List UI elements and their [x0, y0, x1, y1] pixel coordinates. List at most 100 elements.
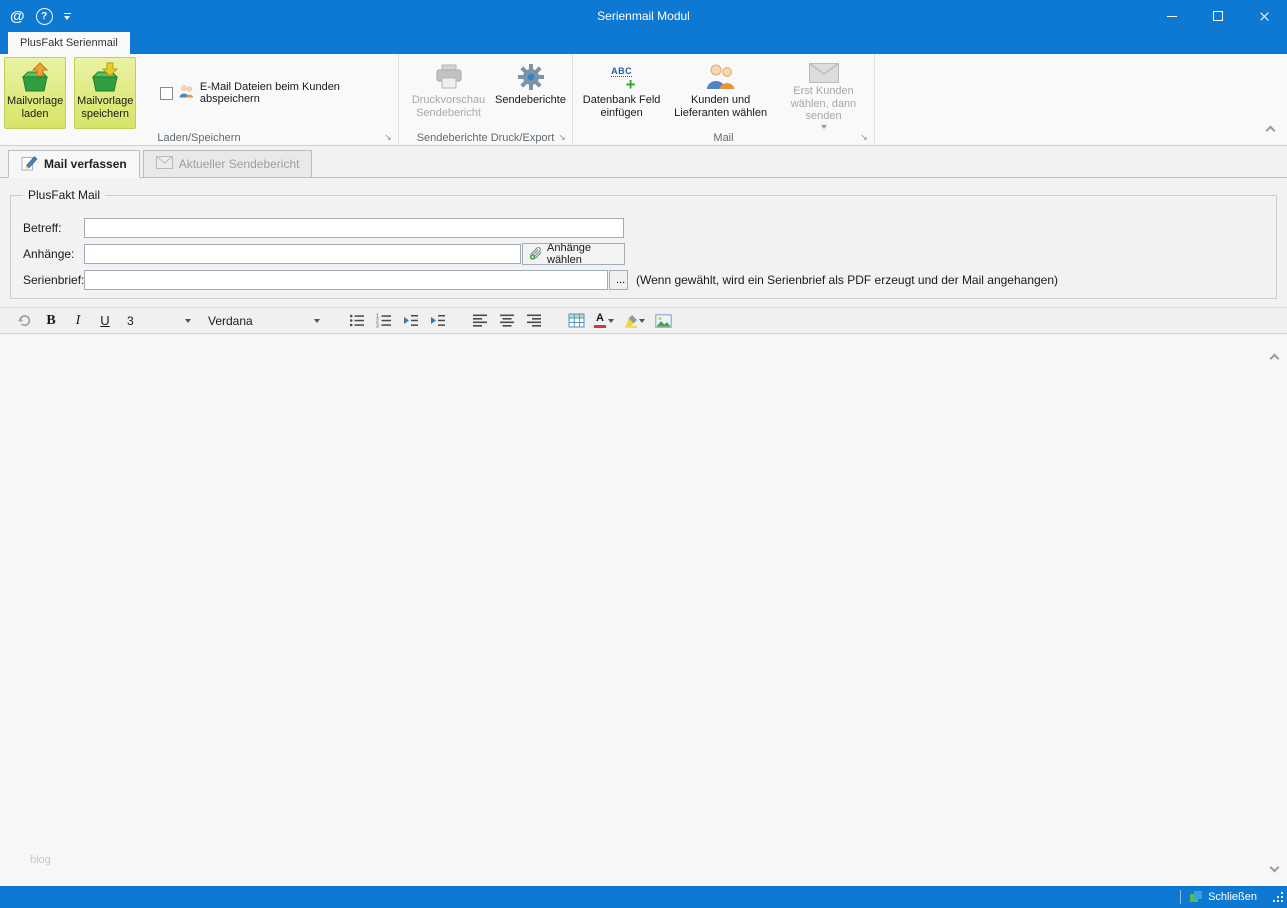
font-size-combobox[interactable]: 3: [123, 311, 195, 331]
bullet-list-icon[interactable]: [348, 311, 366, 331]
druckvorschau-label: Druckvorschau Sendebericht: [406, 94, 492, 119]
maximize-icon: [1213, 11, 1223, 21]
anhaenge-row: Anhänge: Anhänge wählen: [11, 244, 1276, 266]
numbered-list-icon[interactable]: 123: [375, 311, 393, 331]
anhaenge-waehlen-button[interactable]: Anhänge wählen: [522, 243, 625, 265]
ribbon-tab-strip: PlusFakt Serienmail: [0, 32, 1287, 54]
bold-button[interactable]: B: [42, 311, 60, 331]
editor-watermark: blog: [30, 854, 51, 866]
envelope-icon: [156, 156, 173, 172]
groupbox-title: PlusFakt Mail: [23, 188, 105, 202]
anhaenge-waehlen-label: Anhänge wählen: [547, 242, 618, 266]
serienbrief-input[interactable]: [84, 270, 608, 290]
save-template-icon: [88, 61, 122, 95]
ribbon-collapse-button[interactable]: [1267, 123, 1274, 137]
customers-icon: [704, 60, 738, 94]
scroll-up-arrow[interactable]: [1271, 351, 1278, 365]
printer-icon: [434, 60, 464, 94]
ribbon-group-laden-speichern: Mailvorlage laden Mailvorlage speichern: [0, 54, 399, 145]
tab-aktueller-sendebericht[interactable]: Aktueller Sendebericht: [143, 150, 313, 178]
customers-mini-icon: [178, 84, 195, 102]
scroll-down-arrow[interactable]: [1271, 860, 1278, 874]
anhaenge-label: Anhänge:: [23, 247, 74, 261]
customize-quick-access-icon[interactable]: [64, 13, 71, 20]
italic-button[interactable]: I: [69, 311, 87, 331]
exit-icon: [1190, 891, 1203, 904]
app-at-icon: @: [10, 8, 25, 25]
erst-kunden-senden-label: Erst Kunden wählen, dann senden: [775, 85, 872, 123]
dialog-launcher-icon[interactable]: [556, 131, 568, 143]
druckvorschau-sendebericht-button: Druckvorschau Sendebericht: [406, 57, 492, 129]
mailvorlage-speichern-label: Mailvorlage speichern: [75, 95, 135, 120]
insert-image-icon[interactable]: [654, 311, 672, 331]
serienbrief-browse-button[interactable]: ...: [609, 270, 628, 290]
window-title: Serienmail Modul: [0, 9, 1287, 23]
ribbon-tab-plusfakt-serienmail[interactable]: PlusFakt Serienmail: [8, 32, 130, 54]
chevron-up-icon: [1266, 126, 1276, 136]
mailvorlage-laden-label: Mailvorlage laden: [5, 95, 65, 120]
font-color-swatch: [594, 325, 606, 328]
betreff-row: Betreff:: [11, 218, 1276, 240]
load-template-icon: [18, 61, 52, 95]
serienbrief-row: Serienbrief: ... (Wenn gewählt, wird ein…: [11, 270, 1276, 292]
datenbank-feld-label: Datenbank Feld einfügen: [577, 94, 666, 119]
betreff-input[interactable]: [84, 218, 624, 238]
anhaenge-input[interactable]: [84, 244, 521, 264]
sendeberichte-button[interactable]: Sendeberichte: [494, 57, 568, 129]
mailvorlage-speichern-button[interactable]: Mailvorlage speichern: [74, 57, 136, 129]
compose-icon: [21, 155, 38, 174]
font-name-combobox[interactable]: Verdana: [204, 311, 324, 331]
font-size-value: 3: [127, 314, 134, 328]
serienbrief-hint: (Wenn gewählt, wird ein Serienbrief als …: [636, 273, 1058, 287]
schliessen-button[interactable]: Schließen: [1181, 886, 1266, 908]
align-center-icon[interactable]: [498, 311, 516, 331]
dialog-launcher-icon[interactable]: [382, 131, 394, 143]
tab-label: Mail verfassen: [44, 157, 127, 171]
font-name-value: Verdana: [208, 314, 253, 328]
ribbon-group-sendeberichte: Druckvorschau Sendebericht: [399, 54, 573, 145]
insert-table-icon[interactable]: [567, 311, 585, 331]
kunden-lieferanten-button[interactable]: Kunden und Lieferanten wählen: [670, 57, 771, 129]
email-dateien-checkbox[interactable]: E-Mail Dateien beim Kunden abspeichern: [160, 81, 396, 105]
tab-label: Aktueller Sendebericht: [179, 157, 300, 171]
chevron-down-icon: [314, 319, 320, 323]
sendeberichte-label: Sendeberichte: [495, 94, 566, 107]
serienbrief-label: Serienbrief:: [23, 273, 84, 287]
resize-grip[interactable]: [1270, 890, 1285, 905]
outdent-icon[interactable]: [402, 311, 420, 331]
maximize-button[interactable]: [1195, 0, 1241, 32]
send-mail-icon: [808, 60, 840, 85]
dialog-launcher-icon[interactable]: [858, 131, 870, 143]
font-color-button[interactable]: A: [594, 311, 614, 331]
undo-icon[interactable]: [15, 311, 33, 331]
indent-icon[interactable]: [429, 311, 447, 331]
paperclip-icon: [529, 246, 543, 263]
quick-access-toolbar: @ ?: [0, 8, 71, 25]
ribbon: Mailvorlage laden Mailvorlage speichern: [0, 54, 1287, 146]
group-label-sendeberichte: Sendeberichte Druck/Export: [399, 132, 572, 144]
mail-compose-panel: PlusFakt Mail Betreff: Anhänge:: [0, 178, 1287, 886]
help-icon[interactable]: ?: [36, 8, 53, 25]
group-label-mail: Mail: [573, 132, 874, 144]
schliessen-label: Schließen: [1208, 891, 1257, 903]
window-controls: [1149, 0, 1287, 32]
close-icon: [1259, 11, 1270, 22]
checkbox-box[interactable]: [160, 87, 173, 100]
document-tab-strip: Mail verfassen Aktueller Sendebericht: [0, 147, 1287, 178]
datenbank-feld-einfuegen-button[interactable]: ABC+ Datenbank Feld einfügen: [577, 57, 666, 129]
dropdown-arrow-icon: [821, 125, 827, 129]
align-left-icon[interactable]: [471, 311, 489, 331]
gear-icon: [516, 60, 546, 94]
minimize-button[interactable]: [1149, 0, 1195, 32]
checkbox-label: E-Mail Dateien beim Kunden abspeichern: [200, 81, 396, 105]
mail-body-editor[interactable]: blog: [0, 335, 1287, 886]
mailvorlage-laden-button[interactable]: Mailvorlage laden: [4, 57, 66, 129]
close-button[interactable]: [1241, 0, 1287, 32]
underline-button[interactable]: U: [96, 311, 114, 331]
highlight-button[interactable]: [623, 311, 645, 331]
align-right-icon[interactable]: [525, 311, 543, 331]
minimize-icon: [1167, 16, 1177, 17]
chevron-down-icon: [1270, 863, 1280, 873]
tab-mail-verfassen[interactable]: Mail verfassen: [8, 150, 140, 178]
ribbon-group-mail: ABC+ Datenbank Feld einfügen Kunden und …: [573, 54, 875, 145]
